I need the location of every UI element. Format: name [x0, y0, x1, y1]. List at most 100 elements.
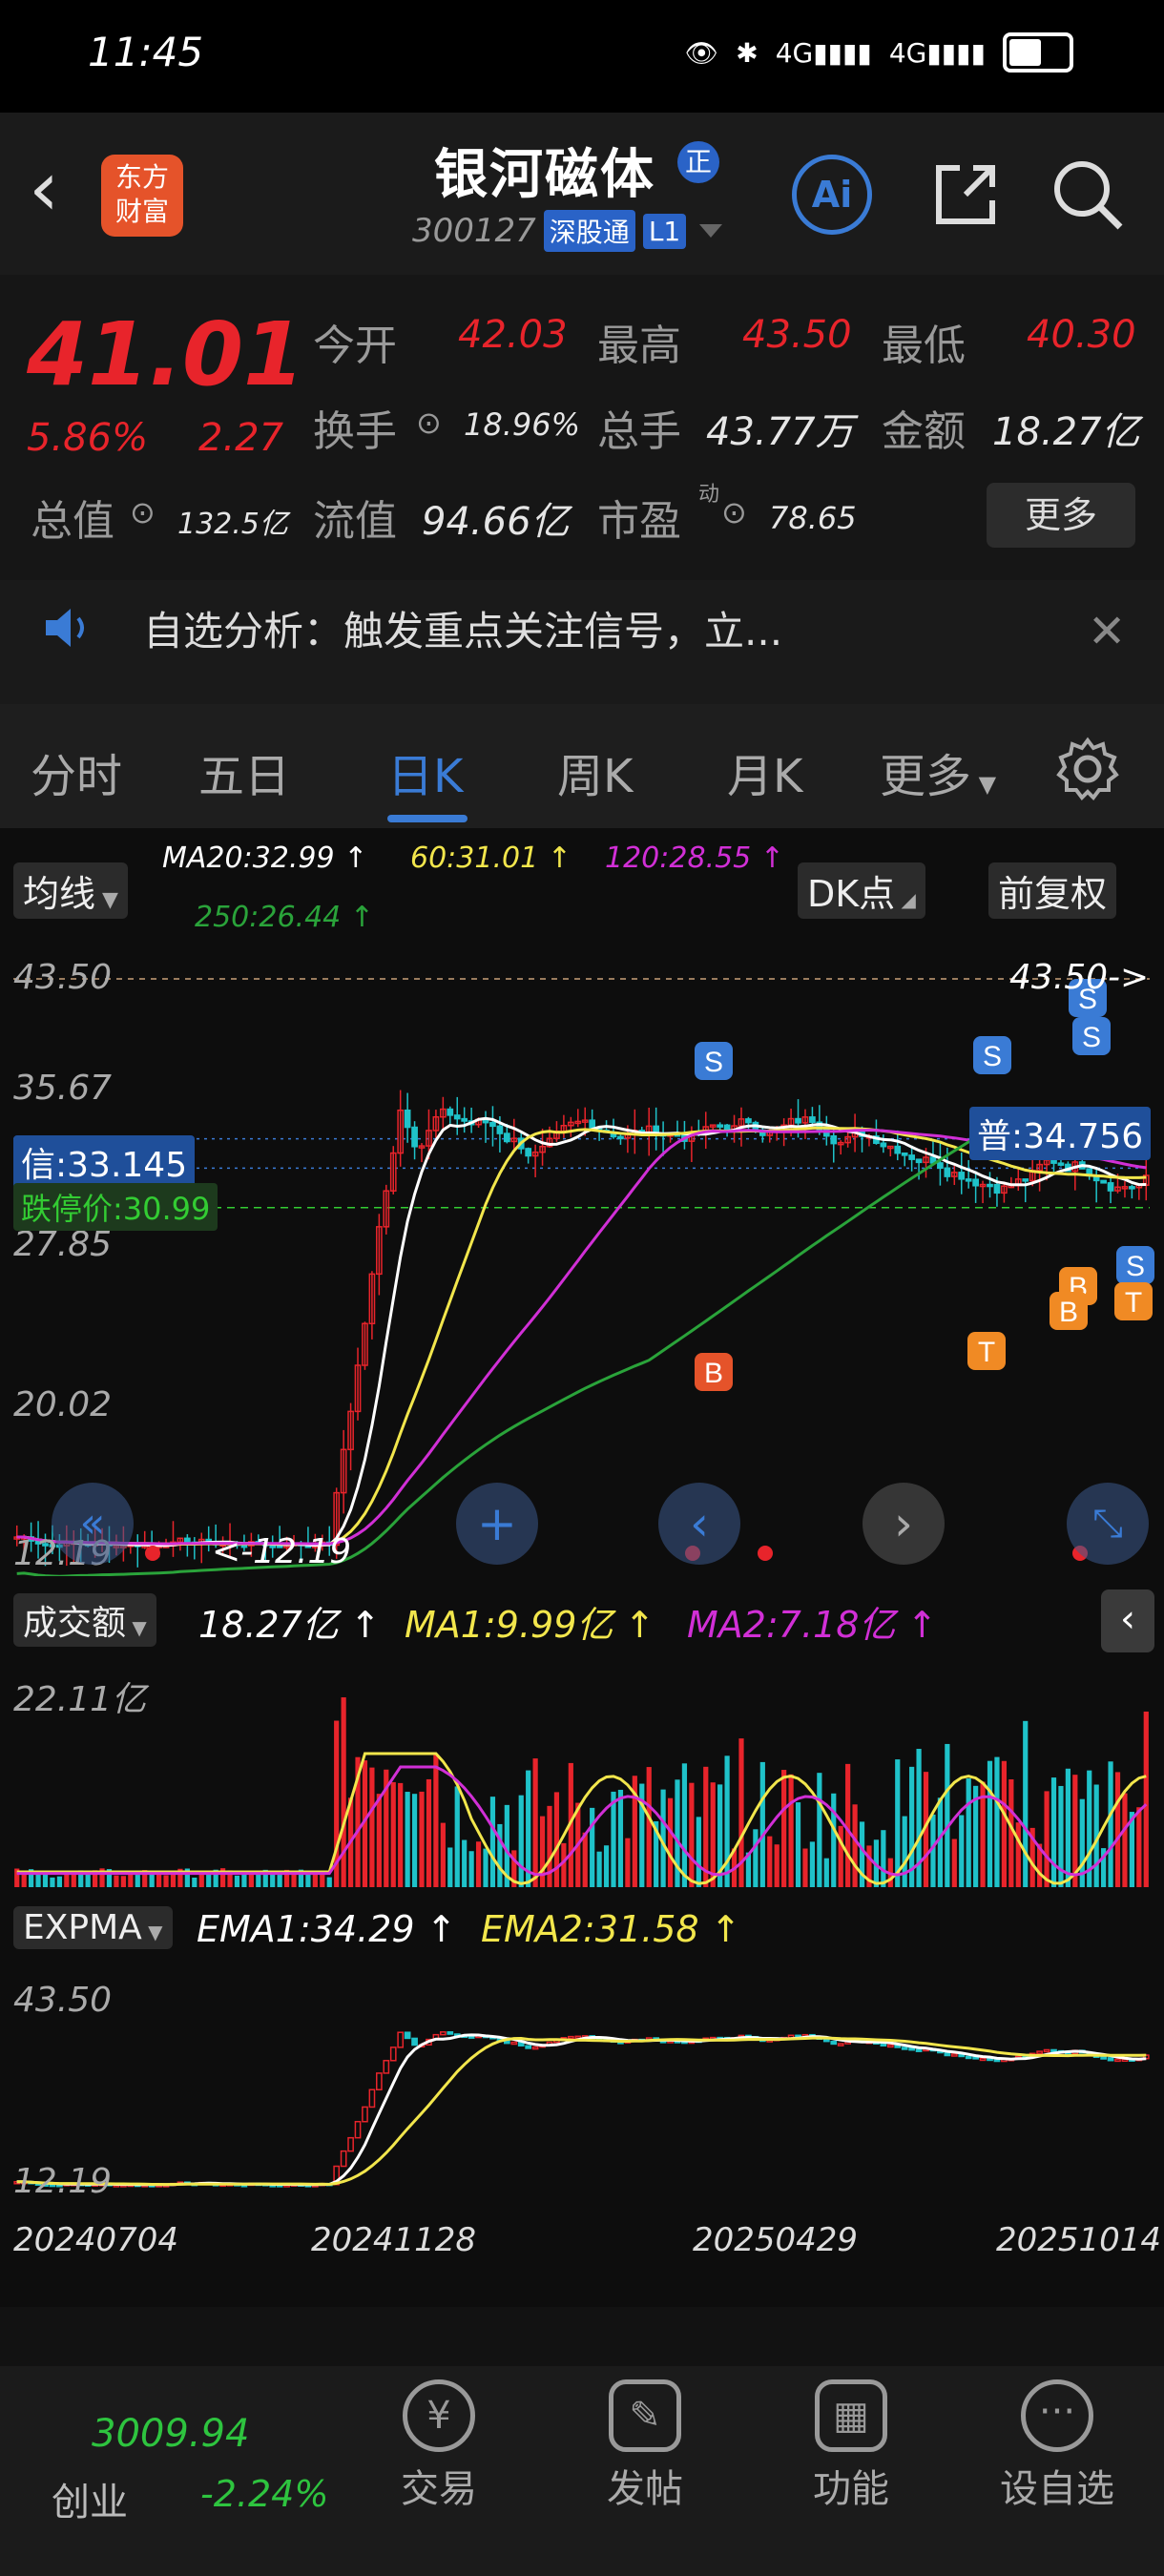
turnover-value: 18.96%	[464, 406, 581, 443]
tab-weekly-k[interactable]: 周K	[557, 738, 633, 805]
expma-candle	[830, 2040, 838, 2046]
expma-candle	[510, 2041, 518, 2046]
code-row[interactable]: 300127 深股通 L1	[412, 210, 723, 252]
volume-bar	[1050, 1777, 1057, 1887]
volume-bar	[831, 1793, 837, 1887]
volume-bar	[767, 1836, 773, 1887]
dk-point-selector[interactable]: DK点 ◢	[798, 862, 925, 919]
candle-body	[717, 1124, 724, 1128]
candle-body	[411, 1126, 418, 1148]
info-icon[interactable]: ⊙	[416, 405, 442, 441]
next-icon[interactable]: ›	[863, 1483, 945, 1565]
volume-bar	[518, 1795, 524, 1887]
expma-candle	[908, 2046, 915, 2051]
candle-body	[589, 1119, 596, 1129]
volume-bar	[1136, 1807, 1142, 1887]
signal-icon-1: 4G▮▮▮▮	[775, 36, 872, 69]
kline-chart[interactable]: S SSSSBBBTT	[0, 950, 1164, 1576]
volume-chart[interactable]	[0, 1658, 1164, 1893]
battery-icon	[1003, 32, 1073, 73]
y-tick-label: 43.50	[13, 958, 113, 997]
ma-selector[interactable]: 均线 ▼	[13, 862, 128, 919]
candle-body	[745, 1118, 752, 1124]
ai-button[interactable]: Ai	[792, 155, 872, 235]
volume-bar	[1015, 1822, 1021, 1887]
share-icon[interactable]	[927, 156, 1004, 233]
zoom-back-icon[interactable]: «	[52, 1483, 134, 1565]
open-value: 42.03	[458, 313, 568, 357]
clock: 11:45	[88, 29, 204, 75]
volume-bar	[547, 1805, 552, 1887]
status-bar: 11:45 👁 ✱ 4G▮▮▮▮ 4G▮▮▮▮	[0, 0, 1164, 113]
volume-bar	[426, 1778, 432, 1887]
date-tick-label: 20241128	[311, 2221, 477, 2259]
zheng-badge: 正	[677, 141, 719, 183]
search-icon[interactable]	[1050, 156, 1126, 233]
candle-body	[809, 1116, 816, 1123]
volume-bar	[454, 1786, 460, 1887]
adjust-selector[interactable]: 前复权	[988, 862, 1117, 919]
expma-candle	[397, 2031, 405, 2048]
nav-trade[interactable]: ¥ 交易	[372, 2379, 506, 2513]
collapse-panel-icon[interactable]: ‹	[1101, 1589, 1154, 1652]
tab-intraday[interactable]: 分时	[31, 738, 122, 805]
volume-bar	[1108, 1761, 1113, 1887]
expma-candle	[915, 2048, 923, 2052]
nav-add-watchlist[interactable]: ··· 设自选	[990, 2379, 1124, 2513]
signal-icon-2: 4G▮▮▮▮	[888, 36, 986, 69]
candle-body	[958, 1172, 966, 1180]
volume-bar	[590, 1807, 595, 1887]
prev-icon[interactable]: ‹	[658, 1483, 740, 1565]
volume-bar	[667, 1797, 674, 1887]
signal-marker-label: B	[704, 1358, 723, 1389]
analysis-notice[interactable]: 自选分析：触发重点关注信号，立... ✕	[0, 580, 1164, 704]
volume-bar	[994, 1756, 1000, 1887]
app-logo[interactable]: 东方 财富	[101, 155, 183, 237]
nav-post[interactable]: ✎ 发帖	[578, 2379, 712, 2513]
volume-bar	[398, 1782, 404, 1887]
tab-daily-k[interactable]: 日K	[387, 738, 463, 805]
volume-indicator-selector[interactable]: 成交额 ▼	[13, 1593, 156, 1647]
index-value[interactable]: 3009.94	[92, 2412, 249, 2456]
volume-bar	[170, 1874, 177, 1887]
volume-bar	[561, 1842, 567, 1887]
close-icon[interactable]: ✕	[1088, 605, 1126, 658]
volume-bar	[937, 1797, 944, 1887]
volume-bar	[419, 1791, 425, 1887]
add-indicator-icon[interactable]: +	[456, 1483, 538, 1565]
expma-candle	[837, 2043, 844, 2046]
expma-selector[interactable]: EXPMA ▼	[13, 1906, 173, 1949]
signal-marker-label: T	[1125, 1287, 1142, 1319]
candle-body	[461, 1117, 468, 1122]
volume-bar	[163, 1875, 169, 1887]
info-icon[interactable]: ⊙	[130, 494, 156, 530]
expma-chart[interactable]	[0, 1967, 1164, 2206]
tab-five-day[interactable]: 五日	[198, 738, 290, 805]
expma-candle	[447, 2031, 454, 2035]
volume-bar	[447, 1847, 453, 1887]
date-tick-label: 20251014	[996, 2221, 1162, 2259]
volume-bar	[532, 1758, 538, 1887]
volume-bar	[951, 1839, 957, 1887]
tab-more[interactable]: 更多 ▼	[880, 738, 996, 805]
candle-body	[1107, 1182, 1114, 1192]
candle-body	[453, 1114, 461, 1120]
more-quote-button[interactable]: 更多	[987, 483, 1135, 548]
fullscreen-icon[interactable]: ⤡	[1067, 1483, 1149, 1565]
volume-bar	[376, 1794, 382, 1887]
index-change[interactable]: -2.24%	[200, 2473, 328, 2515]
index-name[interactable]: 创业	[52, 2471, 128, 2526]
nav-functions[interactable]: ▦ 功能	[784, 2379, 918, 2513]
volume-bar	[881, 1830, 886, 1887]
tab-monthly-k[interactable]: 月K	[727, 738, 802, 805]
gear-icon[interactable]	[1053, 735, 1122, 803]
high-value: 43.50	[742, 313, 852, 357]
volume-bar	[241, 1874, 247, 1887]
candle-body	[830, 1134, 838, 1145]
stock-header: ‹ 东方 财富 银河磁体 正 300127 深股通 L1 Ai	[0, 113, 1164, 275]
expma-candle	[368, 2088, 376, 2109]
info-icon[interactable]: ⊙	[721, 494, 747, 530]
back-icon[interactable]: ‹	[29, 151, 59, 227]
candle-body	[944, 1167, 951, 1177]
pe-dynamic-mark: 动	[698, 483, 720, 507]
